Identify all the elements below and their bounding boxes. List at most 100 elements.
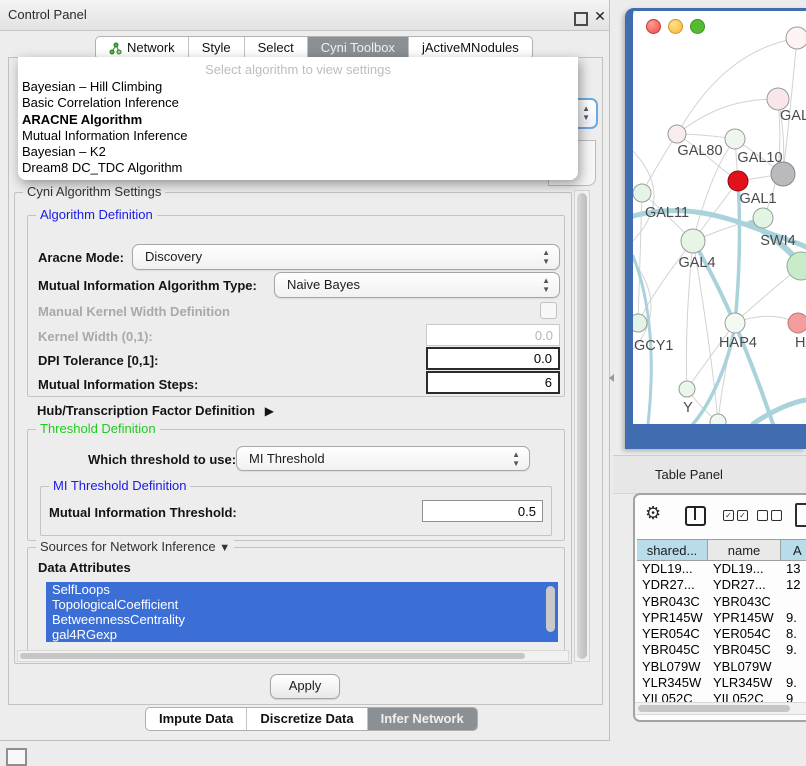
node-salmon[interactable] — [788, 313, 806, 333]
table-row[interactable]: YER054C YER054C 8. — [635, 626, 806, 642]
manual-kernel-width-label: Manual Kernel Width Definition — [38, 304, 230, 319]
cell: YLR345W — [637, 675, 708, 691]
cell: YBR045C — [637, 642, 708, 658]
node-swi4[interactable] — [753, 208, 773, 228]
node-gal80[interactable] — [668, 125, 686, 143]
chevron-updown-icon: ▲▼ — [542, 248, 550, 266]
tab-cyni-toolbox[interactable]: Cyni Toolbox — [308, 37, 409, 59]
attribute-item-selected[interactable]: BetweennessCentrality — [46, 612, 558, 627]
cell: YLR345W — [708, 675, 781, 691]
scrollbar-thumb[interactable] — [577, 193, 587, 659]
group-title: Cyni Algorithm Settings — [23, 184, 165, 200]
kernel-width-label: Kernel Width (0,1): — [38, 329, 153, 344]
column-chooser-icon[interactable] — [685, 506, 706, 526]
scrollbar-thumb[interactable] — [20, 653, 525, 659]
group-title: MI Threshold Definition — [49, 478, 190, 494]
tab-label: Cyni Toolbox — [321, 37, 395, 59]
table-horizontal-scrollbar[interactable] — [635, 702, 806, 715]
node[interactable] — [786, 27, 806, 49]
tab-select[interactable]: Select — [245, 37, 308, 59]
mi-threshold-label: Mutual Information Threshold: — [49, 505, 237, 520]
column-header-partial[interactable]: A — [781, 539, 806, 561]
mi-steps-input[interactable] — [426, 371, 560, 394]
cyni-algorithm-settings-group: Cyni Algorithm Settings Algorithm Defini… — [14, 192, 572, 664]
expanded-arrow-icon[interactable]: ▼ — [219, 542, 230, 554]
checked-box-icon: ✓ — [723, 510, 734, 521]
algorithm-option[interactable]: Dream8 DC_TDC Algorithm — [18, 160, 578, 176]
node-label: GAL80 — [677, 143, 722, 159]
tab-discretize-data[interactable]: Discretize Data — [247, 708, 367, 730]
tab-style[interactable]: Style — [189, 37, 245, 59]
attribute-item-selected[interactable]: SelfLoops — [46, 582, 558, 597]
hub-tf-definition-toggle[interactable]: Hub/Transcription Factor Definition ▶ — [37, 403, 274, 418]
node-gal7[interactable] — [767, 88, 789, 110]
tab-network[interactable]: Network — [96, 37, 189, 59]
mi-algorithm-type-label: Mutual Information Algorithm Type: — [38, 278, 257, 293]
which-threshold-combobox[interactable]: MI Threshold ▲▼ — [236, 446, 530, 471]
node-gal4[interactable] — [681, 229, 705, 253]
node-gcy1[interactable] — [633, 314, 647, 332]
tab-infer-network[interactable]: Infer Network — [368, 708, 477, 730]
list-scrollbar-thumb[interactable] — [546, 586, 555, 632]
aracne-mode-label: Aracne Mode: — [38, 250, 124, 265]
mi-steps-label: Mutual Information Steps: — [38, 377, 198, 392]
table-row[interactable]: YLR345W YLR345W 9. — [635, 675, 806, 691]
table-row[interactable]: YBR043C YBR043C — [635, 594, 806, 610]
float-window-icon[interactable] — [574, 12, 588, 26]
table-row[interactable]: YBR045C YBR045C 9. — [635, 642, 806, 658]
table-panel-title: Table Panel — [655, 456, 723, 493]
attribute-item-selected[interactable]: TopologicalCoefficient — [46, 597, 558, 612]
mi-algorithm-type-combobox[interactable]: Naive Bayes ▲▼ — [274, 272, 560, 298]
tab-impute-data[interactable]: Impute Data — [146, 708, 247, 730]
cell — [781, 594, 806, 610]
unchecked-box-icon — [771, 510, 782, 521]
cell: YDL19... — [708, 561, 781, 577]
tab-jactivemnodules[interactable]: jActiveMNodules — [409, 37, 532, 59]
node-label: GAL1 — [739, 191, 776, 207]
node-gal10[interactable] — [725, 129, 745, 149]
algorithm-option[interactable]: Bayesian – K2 — [18, 144, 578, 160]
node-gal1-selected[interactable] — [728, 171, 748, 191]
gear-icon[interactable]: ⚙ — [645, 503, 661, 524]
algorithm-option[interactable]: Bayesian – Hill Climbing — [18, 79, 578, 95]
algorithm-definition-group: Algorithm Definition Aracne Mode: Discov… — [27, 215, 565, 397]
scrollbar-thumb[interactable] — [638, 705, 790, 712]
algorithm-option[interactable]: Basic Correlation Inference — [18, 95, 578, 111]
node-label: GAL10 — [737, 150, 782, 166]
node[interactable] — [710, 414, 726, 424]
which-threshold-label: Which threshold to use: — [88, 452, 236, 467]
table-row[interactable]: YBL079W YBL079W — [635, 659, 806, 675]
group-title: Algorithm Definition — [36, 207, 157, 223]
control-panel-titlebar: Control Panel ✕ — [0, 0, 609, 31]
attribute-item-selected[interactable]: gal4RGexp — [46, 627, 558, 642]
close-icon[interactable]: ✕ — [592, 8, 608, 24]
cell: YER054C — [637, 626, 708, 642]
algorithm-option-selected[interactable]: ARACNE Algorithm — [18, 112, 578, 128]
node-hap2[interactable] — [679, 381, 695, 397]
tab-label: Discretize Data — [260, 708, 353, 730]
settings-vertical-scrollbar[interactable] — [574, 190, 590, 662]
apply-button[interactable]: Apply — [270, 674, 340, 699]
node-hap4[interactable] — [725, 313, 745, 333]
mi-threshold-input[interactable] — [422, 500, 543, 522]
deselect-all-columns-icon[interactable] — [757, 510, 782, 521]
export-table-icon[interactable] — [795, 503, 806, 527]
panel-title: Control Panel — [8, 0, 87, 30]
cell: 9. — [781, 675, 806, 691]
node-label: Y — [683, 400, 693, 416]
node-label: GCY1 — [634, 338, 674, 354]
splitter-handle[interactable] — [609, 374, 614, 382]
table-row[interactable]: YDL19... YDL19... 13 — [635, 561, 806, 577]
settings-horizontal-scrollbar[interactable] — [17, 650, 569, 662]
column-header-name[interactable]: name — [708, 539, 781, 561]
table-row[interactable]: YDR27... YDR27... 12 — [635, 577, 806, 593]
dpi-tolerance-input[interactable] — [426, 347, 560, 370]
aracne-mode-combobox[interactable]: Discovery ▲▼ — [132, 244, 560, 270]
tab-label: Select — [258, 37, 294, 59]
table-row[interactable]: YPR145W YPR145W 9. — [635, 610, 806, 626]
table-row[interactable]: YIL052C YIL052C 9 — [635, 691, 806, 702]
algorithm-option[interactable]: Mutual Information Inference — [18, 128, 578, 144]
column-header-shared-name[interactable]: shared... — [637, 539, 708, 561]
node-gal11[interactable] — [633, 184, 651, 202]
select-all-columns-icon[interactable]: ✓ ✓ — [723, 510, 748, 521]
